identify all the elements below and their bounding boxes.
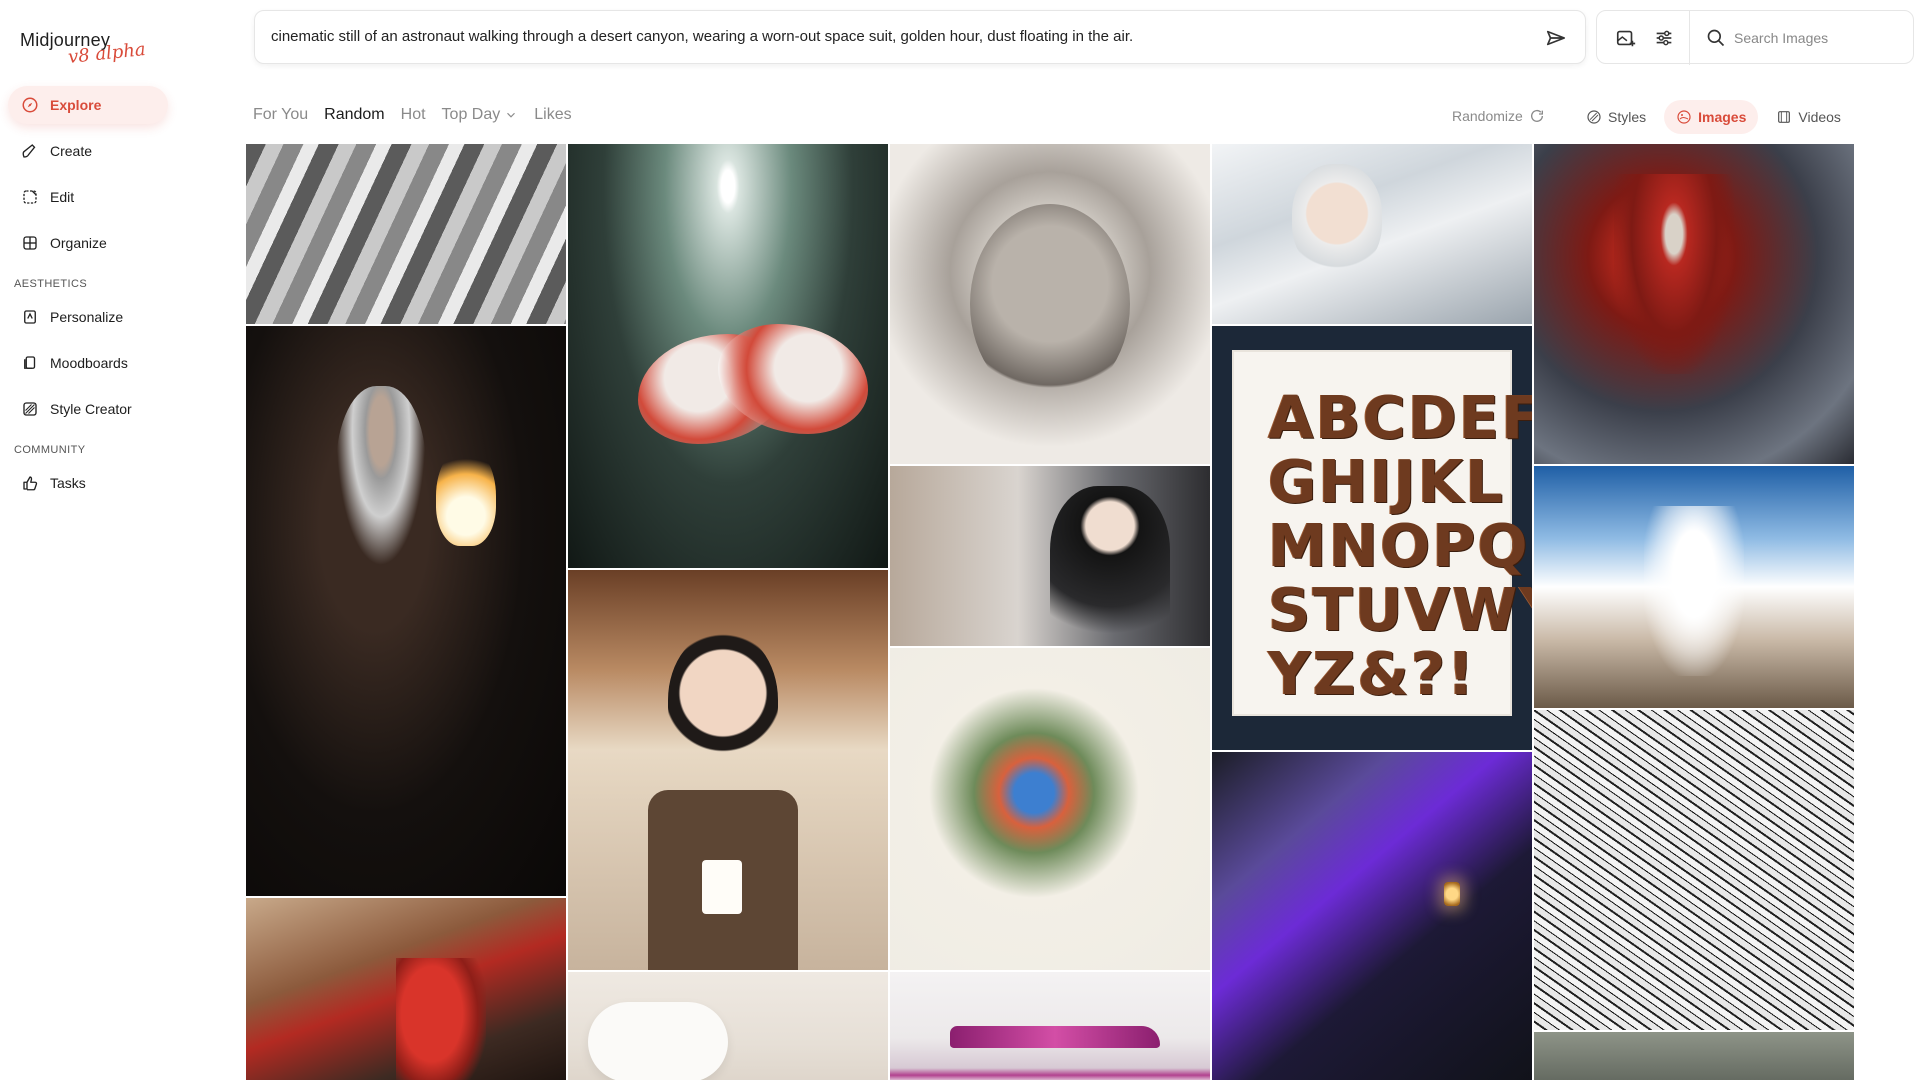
brush-icon xyxy=(20,141,40,161)
gallery-image-betta-fish[interactable] xyxy=(568,144,888,568)
gallery-image-silk[interactable] xyxy=(246,144,566,324)
sidebar-item-label: Edit xyxy=(50,189,75,205)
tab-top-day-label: Top Day xyxy=(441,106,501,123)
gallery-image-subway-girl[interactable] xyxy=(890,466,1210,646)
sidebar-item-style-creator[interactable]: Style Creator xyxy=(8,390,168,428)
tab-random[interactable]: Random xyxy=(324,106,384,124)
settings-sliders-button[interactable] xyxy=(1651,25,1677,51)
feed-filter-tabs: For You Random Hot Top Day Likes xyxy=(253,106,572,124)
sidebar: Midjourney v8 alpha Explore Create Edit xyxy=(0,0,245,1080)
gallery-image-roman[interactable] xyxy=(246,898,566,1080)
tab-likes[interactable]: Likes xyxy=(534,106,571,124)
prompt-input[interactable]: cinematic still of an astronaut walking … xyxy=(271,28,1521,45)
gallery-image-angel[interactable] xyxy=(1534,466,1854,708)
search-box xyxy=(1689,11,1915,65)
gallery-image-fairy-bagpipes[interactable] xyxy=(890,648,1210,970)
sidebar-item-label: Personalize xyxy=(50,309,124,325)
randomize-button[interactable]: Randomize xyxy=(1452,108,1545,124)
tools-box xyxy=(1596,10,1915,65)
angel-glow xyxy=(1644,506,1744,676)
search-input[interactable] xyxy=(1734,26,1904,50)
tab-for-you[interactable]: For You xyxy=(253,106,308,124)
edit-frame-icon xyxy=(20,187,40,207)
gallery-image-barista[interactable] xyxy=(568,570,888,970)
girl-figure xyxy=(1050,486,1170,646)
sidebar-item-label: Moodboards xyxy=(50,355,128,371)
tab-videos-label: Videos xyxy=(1798,109,1841,125)
send-icon xyxy=(1546,30,1566,46)
letters-paper: ABCDEF GHIJKL MNOPQR STUVWY YZ&?! xyxy=(1234,352,1532,714)
sliders-icon xyxy=(1656,30,1672,46)
gallery-image-reaper[interactable] xyxy=(1534,144,1854,464)
sidebar-item-edit[interactable]: Edit xyxy=(8,178,168,216)
tab-videos[interactable]: Videos xyxy=(1764,100,1853,134)
barista-face xyxy=(668,630,778,770)
image-prompt-button[interactable] xyxy=(1613,25,1639,51)
sketch-face xyxy=(970,204,1130,404)
tab-images[interactable]: Images xyxy=(1664,100,1759,134)
tab-hot[interactable]: Hot xyxy=(401,106,426,124)
sidebar-item-moodboards[interactable]: Moodboards xyxy=(8,344,168,382)
gallery-image-chair[interactable] xyxy=(568,972,888,1080)
robot-girl-head xyxy=(1292,164,1382,274)
chevron-down-icon xyxy=(507,112,516,118)
add-image-icon xyxy=(1616,30,1636,47)
sidebar-item-create[interactable]: Create xyxy=(8,132,168,170)
sidebar-item-tasks[interactable]: Tasks xyxy=(8,464,168,502)
prompt-bar[interactable]: cinematic still of an astronaut walking … xyxy=(254,10,1586,64)
search-icon xyxy=(1706,28,1726,48)
fire-bowl xyxy=(436,446,496,546)
sidebar-item-label: Style Creator xyxy=(50,401,132,417)
gallery-image-chocolate-letters[interactable]: ABCDEF GHIJKL MNOPQR STUVWY YZ&?! xyxy=(1212,326,1532,750)
letters-art-text: ABCDEF GHIJKL MNOPQR STUVWY YZ&?! xyxy=(1268,383,1532,708)
send-button[interactable] xyxy=(1543,25,1569,51)
tab-styles-label: Styles xyxy=(1608,109,1647,125)
sidebar-item-personalize[interactable]: Personalize xyxy=(8,298,168,336)
lantern xyxy=(1444,882,1460,906)
reaper-figure xyxy=(1614,174,1734,374)
randomize-label: Randomize xyxy=(1452,108,1523,124)
chair-shape xyxy=(588,1002,728,1080)
refresh-icon xyxy=(1530,109,1543,122)
gallery-image-warrior-ink[interactable] xyxy=(1534,710,1854,1030)
compass-icon xyxy=(20,95,40,115)
film-icon xyxy=(1778,111,1791,123)
roman-figure xyxy=(396,958,486,1080)
sidebar-item-label: Organize xyxy=(50,235,107,251)
tab-images-label: Images xyxy=(1698,109,1747,125)
section-aesthetics: AESTHETICS xyxy=(14,278,88,290)
sidebar-item-label: Explore xyxy=(50,97,102,113)
car-shape xyxy=(950,1026,1160,1048)
moodboard-icon xyxy=(20,353,40,373)
logo[interactable]: Midjourney v8 alpha xyxy=(20,30,170,76)
wizard-figure xyxy=(336,386,426,566)
sidebar-nav: Explore Create Edit Organize AESTHETICS xyxy=(8,86,168,510)
gallery-image-purple-river[interactable] xyxy=(1212,752,1532,1080)
sidebar-item-explore[interactable]: Explore xyxy=(8,86,168,124)
personalize-icon xyxy=(20,307,40,327)
gallery-image-robot-girl[interactable] xyxy=(1212,144,1532,324)
section-community: COMMUNITY xyxy=(14,444,86,456)
sidebar-item-organize[interactable]: Organize xyxy=(8,224,168,262)
image-gallery: ABCDEF GHIJKL MNOPQR STUVWY YZ&?! xyxy=(246,144,1854,1080)
gallery-image-car[interactable] xyxy=(890,972,1210,1080)
gallery-image-wizard[interactable] xyxy=(246,326,566,896)
thumbs-up-icon xyxy=(20,473,40,493)
sidebar-item-label: Create xyxy=(50,143,93,159)
gallery-image-sketch-portrait[interactable] xyxy=(890,144,1210,464)
view-tabs: Styles Images Videos xyxy=(1574,100,1853,134)
image-icon xyxy=(1677,110,1691,124)
coffee-cup xyxy=(702,860,742,914)
grid-icon xyxy=(20,233,40,253)
gallery-image-partial[interactable] xyxy=(1534,1032,1854,1080)
sidebar-item-label: Tasks xyxy=(50,475,86,491)
tab-top-day[interactable]: Top Day xyxy=(442,106,519,124)
style-creator-icon xyxy=(20,399,40,419)
palette-icon xyxy=(1587,110,1601,124)
tab-styles[interactable]: Styles xyxy=(1574,100,1658,134)
